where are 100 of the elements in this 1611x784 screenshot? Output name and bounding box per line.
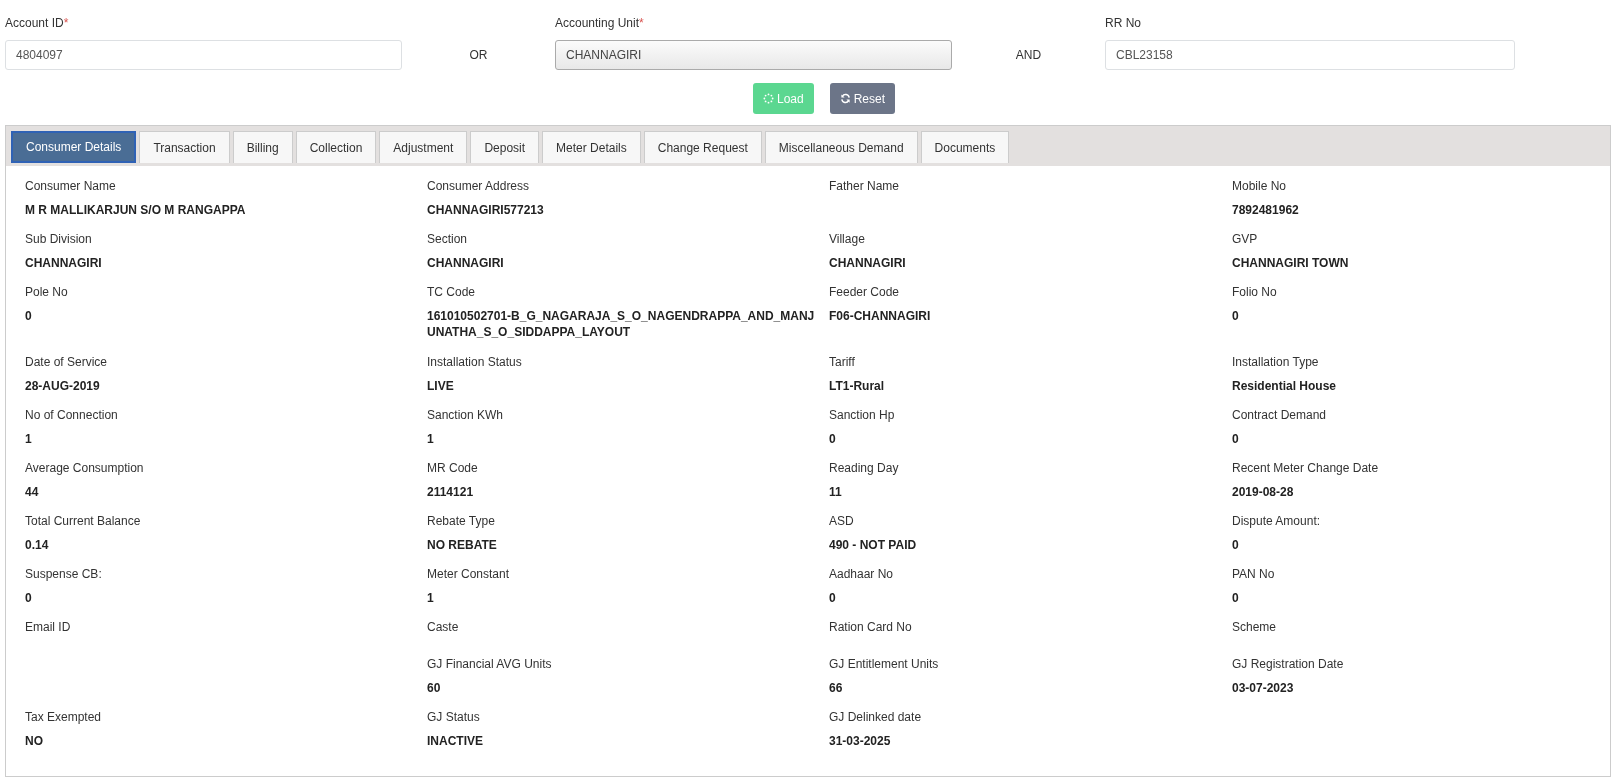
tab[interactable]: Transaction	[139, 131, 230, 163]
field-label: TC Code	[427, 285, 477, 301]
field-value: 03-07-2023	[1232, 680, 1295, 696]
field-label: Average Consumption	[25, 461, 145, 477]
field-label: GJ Financial AVG Units	[427, 657, 553, 673]
field-value: F06-CHANNAGIRI	[829, 308, 932, 324]
field-label: Sub Division	[25, 232, 93, 248]
field-label: Account ID*	[5, 16, 69, 32]
field-value: NO	[25, 733, 44, 749]
field-value: CHANNAGIRI	[427, 255, 505, 271]
field-value: 0.14	[25, 537, 50, 553]
tab[interactable]: Adjustment	[379, 131, 468, 163]
connector-label: OR	[469, 48, 488, 62]
tab[interactable]: Documents	[920, 131, 1010, 163]
field-label: Recent Meter Change Date	[1232, 461, 1380, 477]
field-value: 0	[1232, 537, 1240, 553]
input-field[interactable]: 4804097	[5, 40, 402, 70]
field-value: 31-03-2025	[829, 733, 892, 749]
field-label: Sanction Hp	[829, 408, 896, 424]
spinner-icon	[763, 93, 774, 104]
field-label: Section	[427, 232, 469, 248]
field-label: Consumer Address	[427, 179, 531, 195]
field-value: 28-AUG-2019	[25, 378, 101, 394]
field-value: 1	[25, 431, 33, 447]
dropdown-field[interactable]: CHANNAGIRI	[555, 40, 952, 70]
field-label: Meter Constant	[427, 567, 511, 583]
field-value: 1	[427, 590, 435, 606]
field-value: INACTIVE	[427, 733, 484, 749]
tab[interactable]: Billing	[232, 131, 293, 163]
field-value: 0	[25, 308, 33, 324]
field-value: CHANNAGIRI577213	[427, 202, 545, 218]
field-value: 0	[25, 590, 33, 606]
reset-button[interactable]: Reset	[829, 83, 896, 114]
field-label: RR No	[1105, 16, 1141, 32]
input-field[interactable]: CBL23158	[1105, 40, 1515, 70]
field-label: PAN No	[1232, 567, 1276, 583]
field-value: CHANNAGIRI TOWN	[1232, 255, 1350, 271]
field-label: ASD	[829, 514, 855, 530]
field-label: GJ Status	[427, 710, 481, 726]
field-label: Pole No	[25, 285, 69, 301]
field-label: Contract Demand	[1232, 408, 1328, 424]
field-label: Installation Status	[427, 355, 523, 371]
field-label: Suspense CB:	[25, 567, 103, 583]
field-value: LIVE	[427, 378, 455, 394]
field-label: Aadhaar No	[829, 567, 895, 583]
tab[interactable]: Deposit	[470, 131, 540, 163]
field-value: Residential House	[1232, 378, 1338, 394]
field-value: 0	[1232, 590, 1240, 606]
field-value: NO REBATE	[427, 537, 498, 553]
field-value: 490 - NOT PAID	[829, 537, 918, 553]
field-value: 0	[1232, 431, 1240, 447]
refresh-icon	[839, 93, 851, 104]
field-label: GJ Registration Date	[1232, 657, 1345, 673]
tab[interactable]: Collection	[295, 131, 377, 163]
field-label: GJ Delinked date	[829, 710, 923, 726]
field-label: Mobile No	[1232, 179, 1288, 195]
field-value: 60	[427, 680, 442, 696]
field-label: Feeder Code	[829, 285, 901, 301]
field-label: GJ Entitlement Units	[829, 657, 940, 673]
field-value: 0	[1232, 308, 1240, 324]
field-value: CHANNAGIRI	[829, 255, 907, 271]
field-label: Folio No	[1232, 285, 1278, 301]
field-label: Email ID	[25, 620, 72, 636]
tab[interactable]: Miscellaneous Demand	[764, 131, 918, 163]
field-value: CHANNAGIRI	[25, 255, 103, 271]
field-label: Tax Exempted	[25, 710, 103, 726]
field-value: 7892481962	[1232, 202, 1300, 218]
field-label: Total Current Balance	[25, 514, 142, 530]
field-label: Caste	[427, 620, 460, 636]
field-value: 11	[829, 484, 843, 500]
field-value: M R MALLIKARJUN S/O M RANGAPPA	[25, 202, 247, 218]
field-value: 2019-08-28	[1232, 484, 1295, 500]
field-value: 0	[829, 431, 837, 447]
field-label: Installation Type	[1232, 355, 1320, 371]
field-label: Date of Service	[25, 355, 109, 371]
field-label: Ration Card No	[829, 620, 913, 636]
field-label: MR Code	[427, 461, 479, 477]
tab[interactable]: Consumer Details	[11, 131, 137, 163]
field-label: Rebate Type	[427, 514, 496, 530]
field-label: Dispute Amount:	[1232, 514, 1322, 530]
field-label: GVP	[1232, 232, 1259, 248]
field-label: Tariff	[829, 355, 856, 371]
field-value: LT1-Rural	[829, 378, 886, 394]
field-label: Father Name	[829, 179, 901, 195]
field-value: 66	[829, 680, 844, 696]
field-value: 161010502701-B_G_NAGARAJA_S_O_NAGENDRAPPA_AND_MANJUNATHA_S_O_SIDDAPPA_LAYOUT	[427, 308, 816, 340]
tab[interactable]: Meter Details	[542, 131, 641, 163]
field-label: Village	[829, 232, 866, 248]
field-label: No of Connection	[25, 408, 119, 424]
field-value: 44	[25, 484, 40, 500]
field-label: Consumer Name	[25, 179, 117, 195]
field-label: Scheme	[1232, 620, 1278, 636]
field-value: 0	[829, 590, 837, 606]
field-value: 1	[427, 431, 435, 447]
field-label: Sanction KWh	[427, 408, 505, 424]
connector-label: AND	[1015, 48, 1042, 62]
tab[interactable]: Change Request	[643, 131, 762, 163]
field-value: 2114121	[427, 484, 475, 500]
field-label: Accounting Unit*	[555, 16, 644, 32]
field-label: Reading Day	[829, 461, 900, 477]
